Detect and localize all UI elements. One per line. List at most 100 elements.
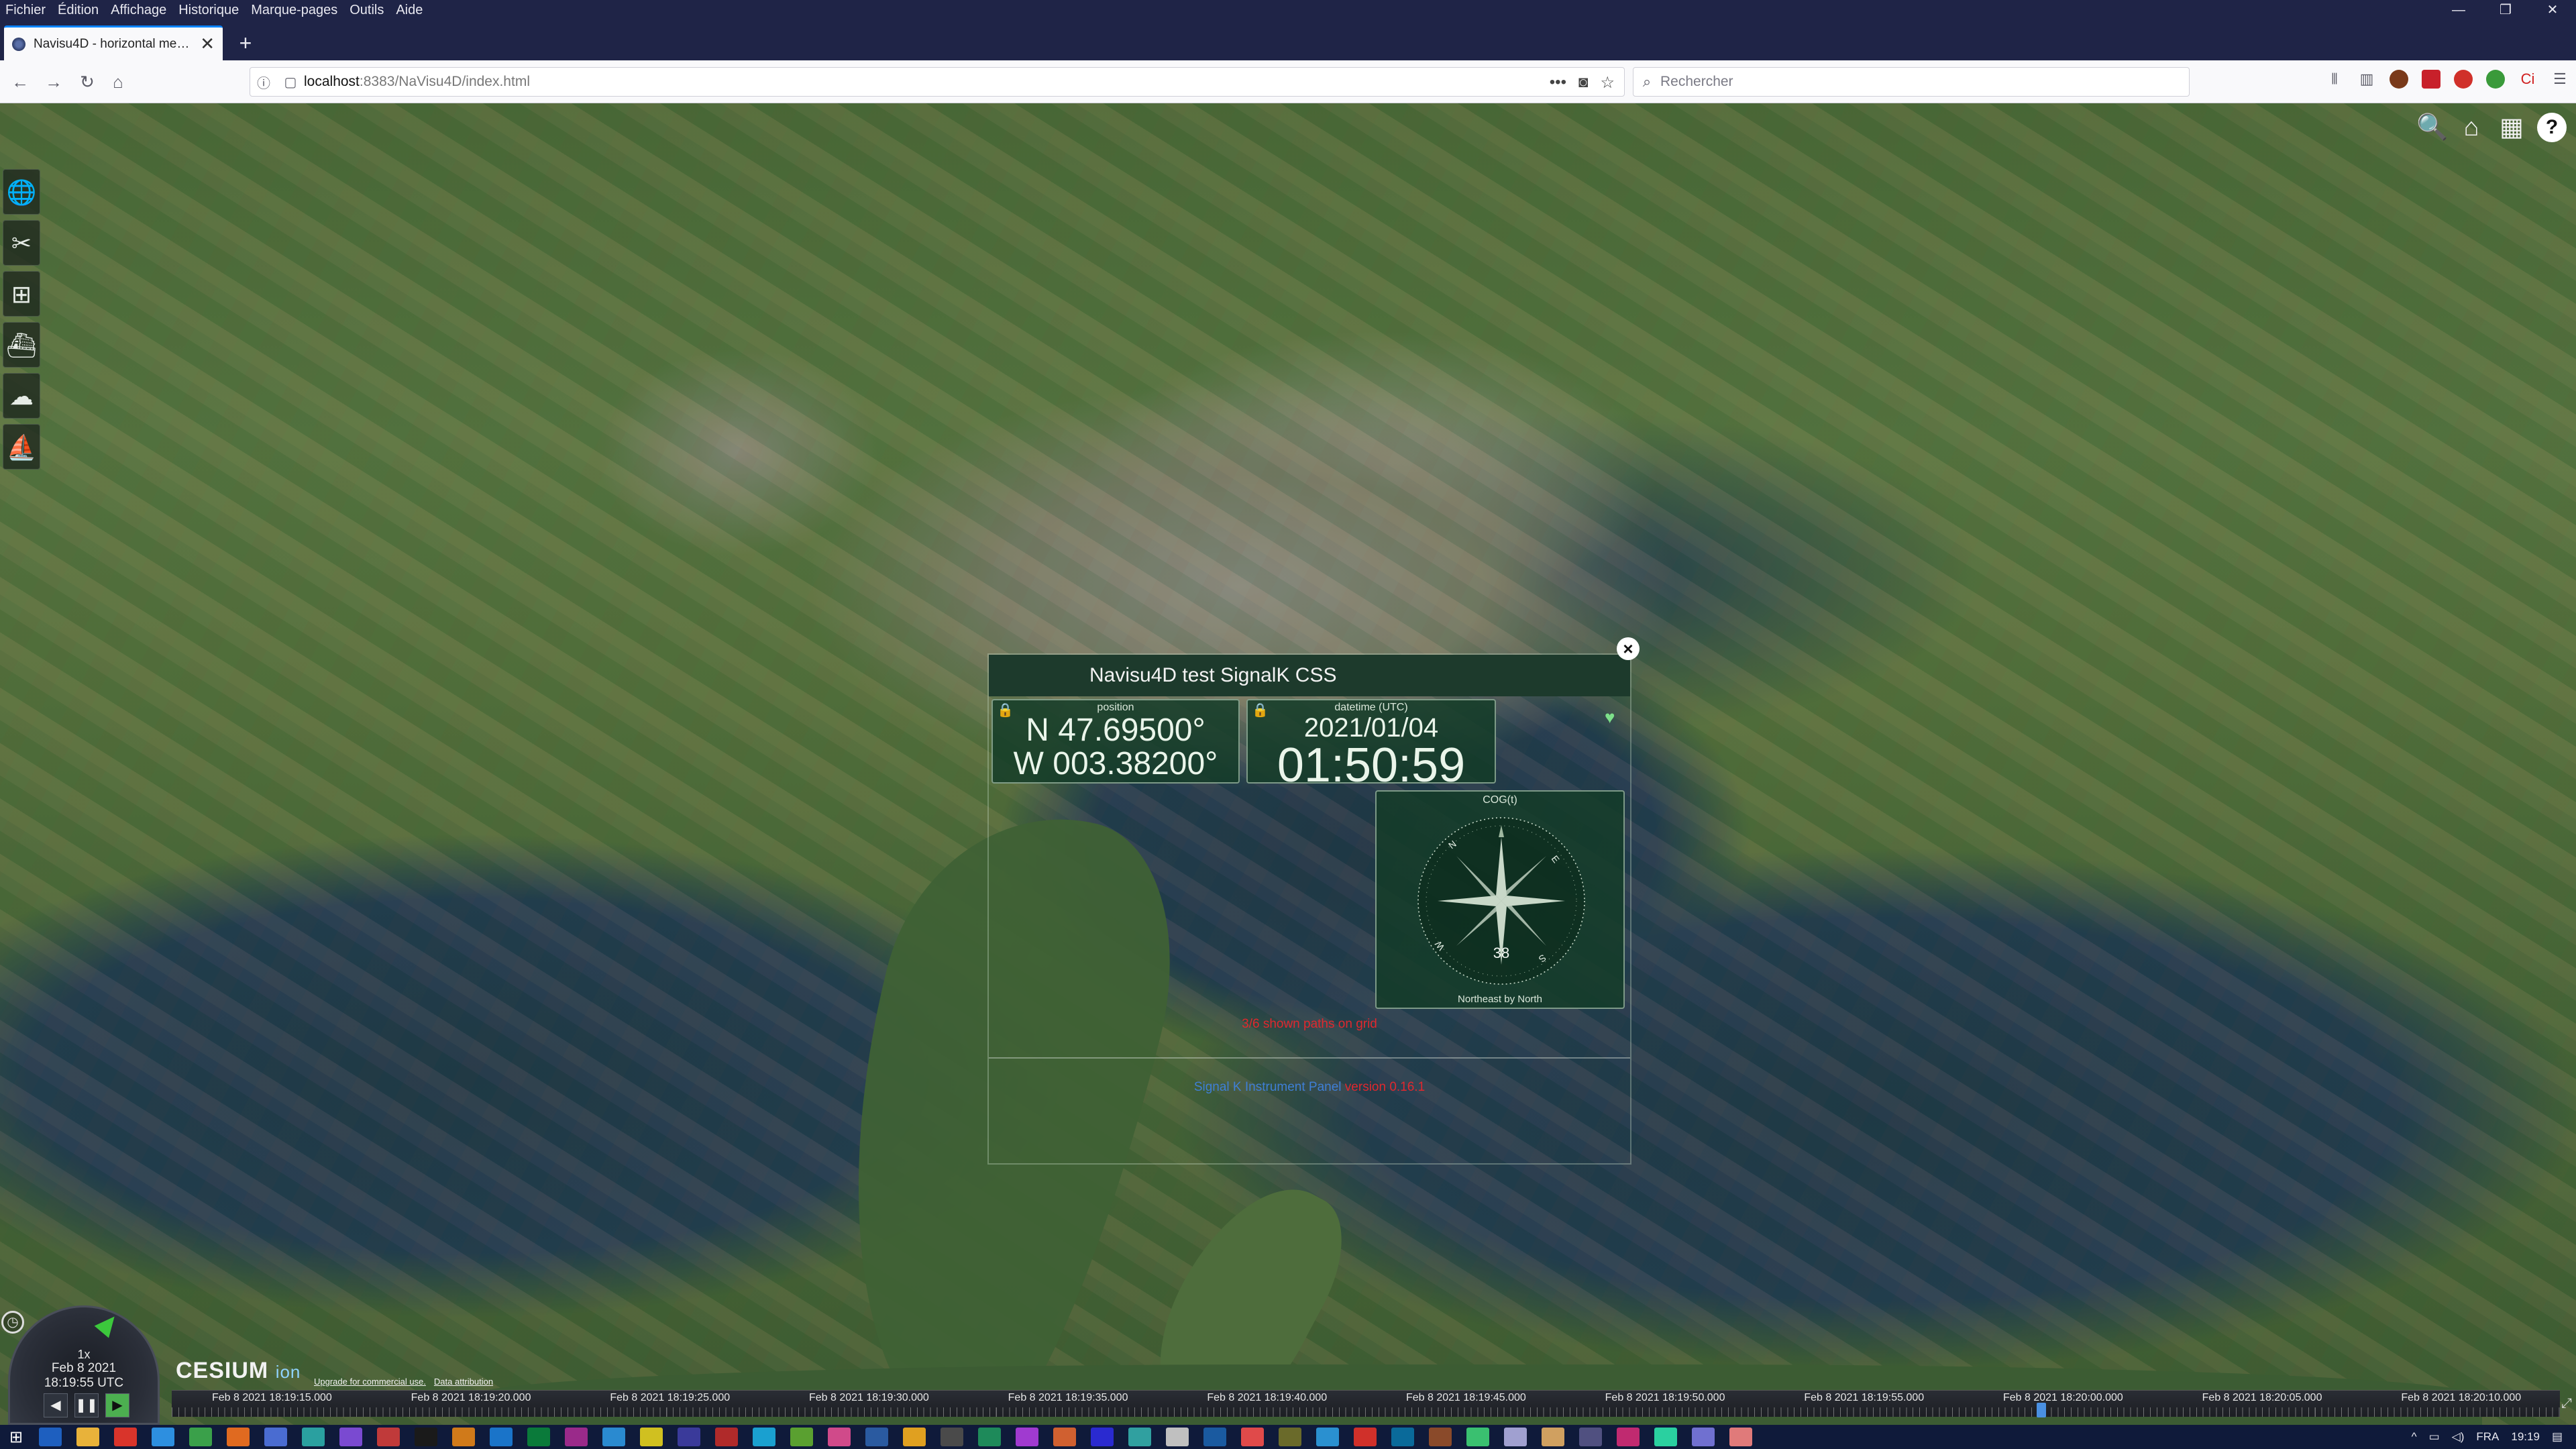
taskbar-app-icon[interactable] bbox=[1279, 1428, 1301, 1446]
network-icon[interactable]: ▭ bbox=[2429, 1430, 2440, 1444]
url-bar[interactable]: ⓘ ▢ localhost:8383/NaVisu4D/index.html •… bbox=[250, 67, 1625, 97]
ship-icon[interactable]: ⛵ bbox=[3, 424, 40, 470]
site-info-icon[interactable]: ⓘ bbox=[250, 72, 277, 92]
taskbar-app-icon[interactable] bbox=[1579, 1428, 1602, 1446]
taskbar-app-icon[interactable] bbox=[114, 1428, 137, 1446]
home-view-icon[interactable]: ⌂ bbox=[2457, 113, 2486, 142]
layers-tools-icon[interactable]: ✂ bbox=[3, 220, 40, 266]
extension-icon[interactable] bbox=[2486, 70, 2505, 89]
ublock-icon[interactable] bbox=[2422, 70, 2440, 89]
cesium-ion-logo[interactable]: CESIUM ion bbox=[176, 1358, 301, 1384]
taskbar-app-icon[interactable] bbox=[1016, 1428, 1038, 1446]
taskbar-app-icon[interactable] bbox=[377, 1428, 400, 1446]
new-tab-button[interactable]: + bbox=[233, 31, 258, 55]
menu-fichier[interactable]: Fichier bbox=[0, 0, 52, 20]
language-indicator[interactable]: FRA bbox=[2476, 1430, 2499, 1444]
extension-icon[interactable]: Ci bbox=[2518, 70, 2537, 89]
taskbar-app-icon[interactable] bbox=[1504, 1428, 1527, 1446]
sidebar-icon[interactable]: ▥ bbox=[2357, 70, 2376, 89]
taskbar-app-icon[interactable] bbox=[1654, 1428, 1677, 1446]
taskbar-app-icon[interactable] bbox=[715, 1428, 738, 1446]
search-input[interactable] bbox=[1660, 74, 2170, 90]
taskbar-app-icon[interactable] bbox=[452, 1428, 475, 1446]
tab-close-icon[interactable]: ✕ bbox=[200, 34, 215, 54]
close-window-button[interactable]: ✕ bbox=[2529, 0, 2576, 20]
taskbar-app-icon[interactable] bbox=[1391, 1428, 1414, 1446]
taskbar-app-icon[interactable] bbox=[1542, 1428, 1564, 1446]
geocoder-search-icon[interactable]: 🔍 bbox=[2416, 113, 2448, 142]
maximize-button[interactable]: ❐ bbox=[2482, 0, 2529, 20]
taskbar-app-icon[interactable] bbox=[490, 1428, 513, 1446]
taskbar-app-icon[interactable] bbox=[152, 1428, 174, 1446]
scene-mode-icon[interactable]: ▦ bbox=[2497, 113, 2526, 142]
taskbar-app-icon[interactable] bbox=[678, 1428, 700, 1446]
taskbar-app-icon[interactable] bbox=[189, 1428, 212, 1446]
taskbar-app-icon[interactable] bbox=[865, 1428, 888, 1446]
taskbar-app-icon[interactable] bbox=[1354, 1428, 1377, 1446]
taskbar-app-icon[interactable] bbox=[753, 1428, 775, 1446]
taskbar-app-icon[interactable] bbox=[903, 1428, 926, 1446]
taskbar-app-icon[interactable] bbox=[602, 1428, 625, 1446]
page-actions-icon[interactable]: ••• bbox=[1550, 73, 1566, 92]
back-button[interactable]: ← bbox=[8, 70, 32, 94]
taskbar-app-icon[interactable] bbox=[978, 1428, 1001, 1446]
play-button[interactable]: ▶ bbox=[105, 1393, 129, 1417]
taskbar-app-icon[interactable] bbox=[1128, 1428, 1151, 1446]
taskbar-app-icon[interactable] bbox=[1617, 1428, 1640, 1446]
notifications-icon[interactable]: ▤ bbox=[2552, 1430, 2563, 1444]
pause-button[interactable]: ❚❚ bbox=[74, 1393, 99, 1417]
start-button[interactable]: ⊞ bbox=[0, 1428, 32, 1447]
extension-icon[interactable] bbox=[2454, 70, 2473, 89]
weather-icon[interactable]: ☁ bbox=[3, 373, 40, 419]
lock-icon[interactable]: 🔒 bbox=[997, 702, 1014, 718]
help-icon[interactable]: ? bbox=[2537, 113, 2567, 142]
timeline[interactable]: Feb 8 2021 18:19:15.000 Feb 8 2021 18:19:… bbox=[172, 1390, 2560, 1417]
taskbar-app-icon[interactable] bbox=[527, 1428, 550, 1446]
datetime-widget[interactable]: 🔒 datetime (UTC) 2021/01/04 01:50:59 bbox=[1246, 699, 1496, 790]
taskbar-app-icon[interactable] bbox=[1316, 1428, 1339, 1446]
fullscreen-icon[interactable]: ⤢ bbox=[2559, 1390, 2575, 1417]
taskbar-app-icon[interactable] bbox=[227, 1428, 250, 1446]
taskbar-app-icon[interactable] bbox=[1091, 1428, 1114, 1446]
taskbar-app-icon[interactable] bbox=[565, 1428, 588, 1446]
lock-icon[interactable]: 🔒 bbox=[1252, 702, 1269, 718]
bookmark-star-icon[interactable]: ☆ bbox=[1600, 73, 1615, 93]
clock-icon[interactable]: ◷ bbox=[1, 1311, 24, 1334]
position-widget[interactable]: 🔒 position N 47.69500° W 003.38200° bbox=[991, 699, 1240, 784]
menu-historique[interactable]: Historique bbox=[172, 0, 245, 20]
globe-icon[interactable]: 🌐 bbox=[3, 169, 40, 215]
taskbar-app-icon[interactable] bbox=[302, 1428, 325, 1446]
search-bar[interactable]: ⌕ bbox=[1633, 67, 2190, 97]
menu-edition[interactable]: Édition bbox=[52, 0, 105, 20]
tray-expand-icon[interactable]: ^ bbox=[2412, 1430, 2417, 1444]
pocket-icon[interactable]: ◙ bbox=[1578, 73, 1589, 92]
taskbar-app-icon[interactable] bbox=[1241, 1428, 1264, 1446]
taskbar-app-icon[interactable] bbox=[1466, 1428, 1489, 1446]
taskbar-app-icon[interactable] bbox=[790, 1428, 813, 1446]
taskbar-app-icon[interactable] bbox=[1729, 1428, 1752, 1446]
taskbar-app-icon[interactable] bbox=[1429, 1428, 1452, 1446]
library-icon[interactable]: ⫴ bbox=[2325, 70, 2344, 89]
taskbar-app-icon[interactable] bbox=[1692, 1428, 1715, 1446]
taskbar-app-icon[interactable] bbox=[941, 1428, 963, 1446]
menu-affichage[interactable]: Affichage bbox=[105, 0, 172, 20]
data-attribution-link[interactable]: Data attribution bbox=[434, 1377, 493, 1387]
menu-marque-pages[interactable]: Marque-pages bbox=[245, 0, 343, 20]
taskbar-app-icon[interactable] bbox=[1053, 1428, 1076, 1446]
reload-button[interactable]: ↻ bbox=[75, 70, 99, 94]
panel-close-button[interactable]: × bbox=[1617, 637, 1640, 660]
taskbar-app-icon[interactable] bbox=[264, 1428, 287, 1446]
taskbar-app-icon[interactable] bbox=[1203, 1428, 1226, 1446]
taskbar-app-icon[interactable] bbox=[640, 1428, 663, 1446]
footer-app-link[interactable]: Signal K Instrument Panel bbox=[1194, 1080, 1342, 1094]
forward-button[interactable]: → bbox=[42, 70, 66, 94]
speed-needle-icon[interactable] bbox=[94, 1310, 122, 1338]
taskbar-app-icon[interactable] bbox=[828, 1428, 851, 1446]
cog-widget[interactable]: COG(t) N E S W 38 Northeast by North bbox=[1375, 790, 1625, 1009]
timeline-needle[interactable] bbox=[2037, 1403, 2046, 1417]
taskbar-app-icon[interactable] bbox=[1166, 1428, 1189, 1446]
taskbar-app-icon[interactable] bbox=[339, 1428, 362, 1446]
taskbar-app-icon[interactable] bbox=[39, 1428, 62, 1446]
home-button[interactable]: ⌂ bbox=[106, 70, 130, 94]
tab-navisu4d[interactable]: Navisu4D - horizontal menus ✕ bbox=[4, 25, 223, 60]
